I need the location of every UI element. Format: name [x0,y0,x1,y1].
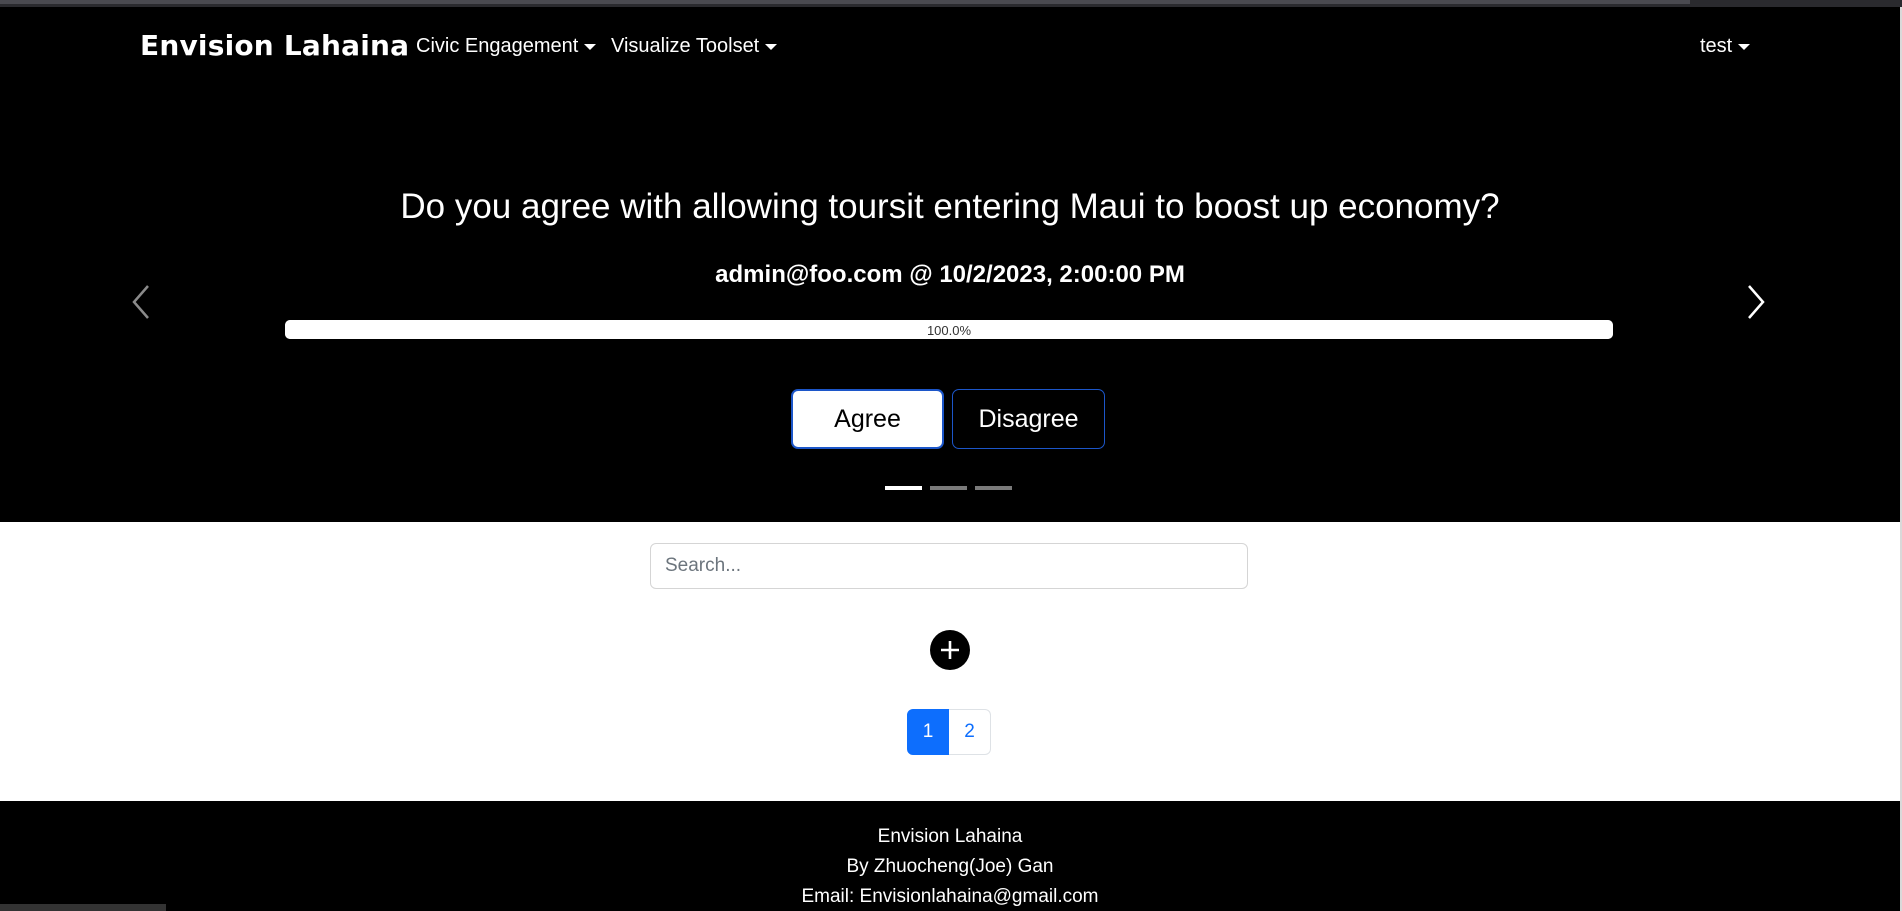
poll-question: Do you agree with allowing toursit enter… [400,187,1500,226]
nav-civic-engagement-dropdown[interactable]: Civic Engagement [416,35,597,58]
agree-button[interactable]: Agree [791,389,944,449]
brand-logo[interactable]: Envision Lahaina [140,29,409,62]
nav-visualize-toolset-dropdown[interactable]: Visualize Toolset [611,35,778,58]
chevron-right-icon [1748,285,1765,319]
carousel-indicators [885,486,1012,490]
page-link-1[interactable]: 1 [907,709,949,755]
pagination: 1 2 [907,709,991,755]
carousel-indicator[interactable] [975,486,1012,490]
add-poll-button[interactable] [930,630,970,670]
footer-site-name: Envision Lahaina [877,826,1023,847]
browser-top-strip [0,0,1902,7]
poll-carousel: Do you agree with allowing toursit enter… [0,87,1900,522]
footer-author: By Zhuocheng(Joe) Gan [846,856,1054,877]
carousel-next-button[interactable] [1735,277,1775,327]
horizontal-scrollbar[interactable] [0,904,166,911]
browser-tab-bar [0,0,1690,4]
caret-down-icon [1738,43,1751,50]
poll-progress-label: 100.0% [926,323,972,338]
poll-progress-bar: 100.0% [285,320,1613,339]
poll-byline: admin@foo.com @ 10/2/2023, 2:00:00 PM [715,261,1185,288]
user-menu-dropdown[interactable]: test [1700,35,1751,58]
user-menu-label: test [1700,35,1733,57]
navbar: Envision Lahaina Civic Engagement Visual… [0,7,1900,87]
carousel-indicator[interactable] [930,486,967,490]
caret-down-icon [765,43,778,50]
nav-visualize-toolset-label: Visualize Toolset [611,35,760,57]
carousel-indicator[interactable] [885,486,922,490]
plus-icon [941,641,959,659]
disagree-button[interactable]: Disagree [952,389,1105,449]
caret-down-icon [584,43,597,50]
carousel-prev-button[interactable] [122,277,162,327]
nav-civic-engagement-label: Civic Engagement [416,35,579,57]
page-link-2[interactable]: 2 [949,709,991,755]
chevron-left-icon [132,285,149,319]
footer-email: Email: Envisionlahaina@gmail.com [801,886,1099,907]
search-input[interactable] [650,543,1248,589]
footer: Envision Lahaina By Zhuocheng(Joe) Gan E… [0,801,1900,911]
